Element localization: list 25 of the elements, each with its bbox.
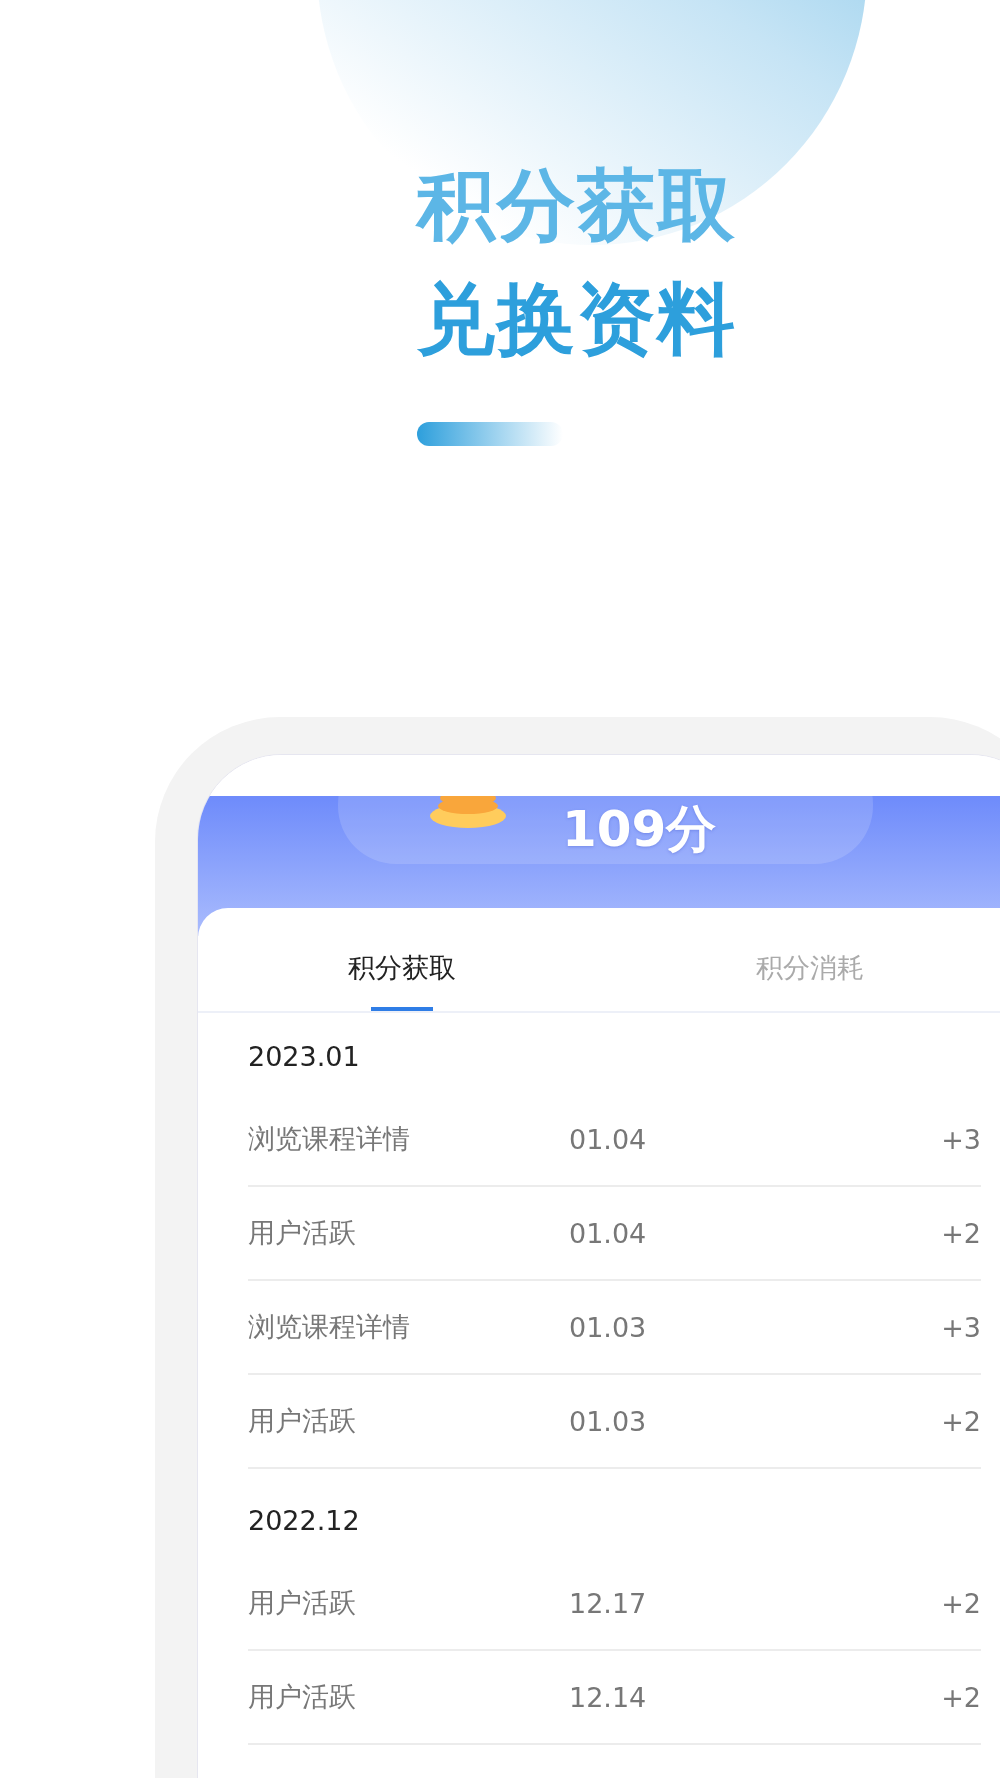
coin-icon xyxy=(430,794,506,828)
record-action: 用户活跃 xyxy=(248,1680,357,1714)
headline: 积分获取 xyxy=(417,159,737,252)
record-date: 01.04 xyxy=(569,1217,648,1249)
month-heading: 2023.01 xyxy=(248,1039,361,1074)
record-date: 12.14 xyxy=(569,1681,648,1713)
record-points: +3 xyxy=(941,1311,981,1343)
record-date: 01.04 xyxy=(569,1123,648,1155)
record-date: 01.03 xyxy=(569,1311,648,1343)
record-points: +2 xyxy=(941,1681,981,1713)
record-action: 用户活跃 xyxy=(248,1404,357,1438)
record-points: +2 xyxy=(941,1405,981,1437)
record-points: +2 xyxy=(941,1587,981,1619)
record-points: +3 xyxy=(941,1123,981,1155)
record-action: 浏览课程详情 xyxy=(248,1122,411,1156)
month-heading: 2022.12 xyxy=(248,1503,361,1538)
record-date: 12.17 xyxy=(569,1587,648,1619)
record-action: 浏览课程详情 xyxy=(248,1310,411,1344)
record-date: 01.03 xyxy=(569,1405,648,1437)
record-points: +2 xyxy=(941,1217,981,1249)
points-value: 109分 xyxy=(562,799,717,859)
tab[interactable]: 积分获取 xyxy=(198,908,606,1011)
record-action: 用户活跃 xyxy=(248,1586,357,1620)
headline: 兑换资料 xyxy=(417,273,737,366)
record-action: 用户活跃 xyxy=(248,1216,357,1250)
